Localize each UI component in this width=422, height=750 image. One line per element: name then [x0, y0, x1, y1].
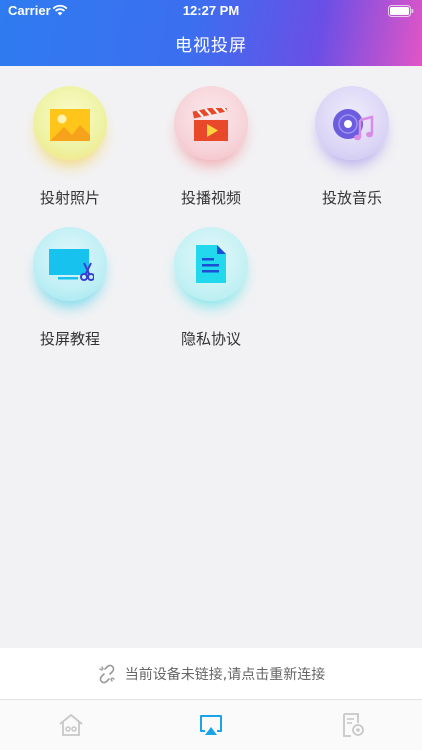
tab-home[interactable]	[58, 712, 84, 738]
tile-label: 投播视频	[180, 189, 241, 207]
tile-cast-video[interactable]: 投播视频	[141, 66, 281, 207]
airplay-icon	[200, 715, 222, 735]
tile-label: 投屏教程	[39, 330, 100, 348]
tile-label: 投放音乐	[321, 189, 382, 207]
connection-bar[interactable]: 当前设备未链接,请点击重新连接	[0, 648, 422, 700]
home-icon	[59, 714, 83, 736]
image-icon	[50, 109, 90, 141]
tile-label: 投射照片	[39, 189, 100, 207]
tab-bar	[0, 700, 422, 750]
tile-screen-tutorial[interactable]: 投屏教程	[0, 207, 140, 348]
broken-link-icon	[99, 664, 115, 684]
document-icon	[196, 245, 226, 283]
page-title: 电视投屏	[175, 36, 247, 56]
tile-privacy-policy[interactable]: 隐私协议	[141, 207, 281, 348]
clock: 12:27 PM	[182, 3, 240, 18]
status-bar: Carrier 12:27 PM	[0, 0, 422, 22]
tab-cast[interactable]	[198, 712, 224, 738]
tab-files[interactable]	[340, 712, 366, 738]
music-disc-icon	[333, 109, 374, 141]
header: Carrier 12:27 PM 电视投屏	[0, 0, 422, 66]
battery-icon	[388, 5, 414, 17]
tile-label: 隐私协议	[180, 330, 241, 348]
file-settings-icon	[343, 713, 364, 737]
tile-cast-photos[interactable]: 投射照片	[0, 66, 140, 207]
video-clapper-icon	[192, 108, 228, 141]
connection-status-text: 当前设备未链接,请点击重新连接	[124, 667, 326, 683]
screen-tutorial-icon	[49, 249, 94, 281]
tile-cast-music[interactable]: 投放音乐	[282, 66, 422, 207]
